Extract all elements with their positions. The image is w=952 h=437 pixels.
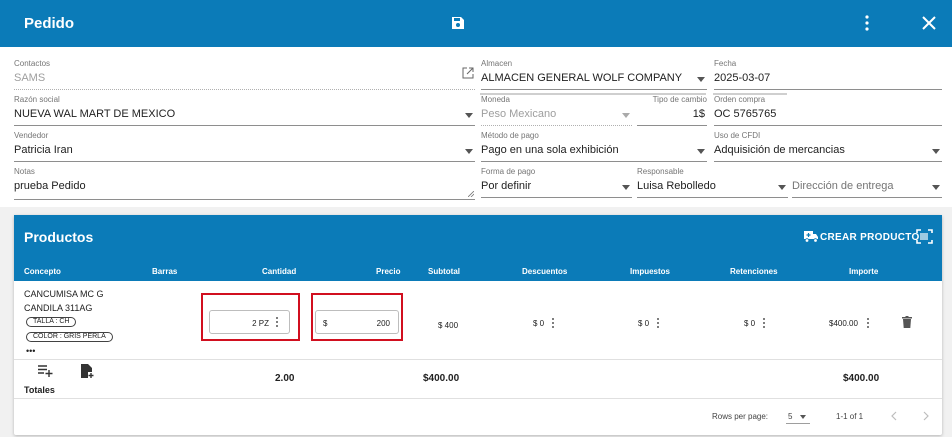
dropdown-arrow-icon xyxy=(697,77,705,82)
delete-icon[interactable] xyxy=(902,316,912,328)
product-name-line2: CANDILA 311AG xyxy=(24,303,93,313)
more-vert-icon[interactable] xyxy=(862,14,872,32)
attribute-chip-talla: TALLA : CH xyxy=(26,317,77,327)
razon-social-select[interactable]: Razón social NUEVA WAL MART DE MEXICO xyxy=(14,92,475,126)
dropdown-arrow-icon xyxy=(932,185,940,190)
col-barras: Barras xyxy=(152,267,178,276)
col-impuestos: Impuestos xyxy=(630,267,671,276)
dropdown-arrow-icon xyxy=(778,185,786,190)
dropdown-arrow-icon xyxy=(800,415,806,419)
totals-divider xyxy=(14,398,942,399)
precio-input[interactable]: $ 200 xyxy=(315,310,399,334)
orden-compra-input[interactable]: Orden compra OC 5765765 xyxy=(714,92,942,126)
total-subtotal: $400.00 xyxy=(423,373,460,384)
dropdown-arrow-icon xyxy=(465,113,473,118)
tipo-cambio-input[interactable]: Tipo de cambio 1$ xyxy=(637,92,707,126)
uso-cfdi-select[interactable]: Uso de CFDI Adquisición de mercancias xyxy=(714,128,942,162)
page-title: Pedido xyxy=(24,15,75,32)
totals-label: Totales xyxy=(24,385,55,395)
close-icon[interactable] xyxy=(920,14,938,32)
moneda-select[interactable]: Moneda Peso Mexicano xyxy=(481,92,632,126)
chevron-right-icon[interactable] xyxy=(923,411,929,421)
importe-value: $400.00 xyxy=(829,319,858,328)
responsable-select[interactable]: Responsable Luisa Rebolledo xyxy=(637,164,788,198)
resize-handle-icon[interactable] xyxy=(468,191,474,197)
products-title: Productos xyxy=(24,229,94,245)
col-concepto: Concepto xyxy=(24,267,61,276)
fecha-input[interactable]: Fecha 2025-03-07 xyxy=(714,56,942,90)
add-document-icon[interactable] xyxy=(81,364,94,378)
add-row-icon[interactable] xyxy=(38,365,53,377)
more-attributes-button[interactable]: ••• xyxy=(26,347,35,356)
almacen-select[interactable]: Almacen ALMACEN GENERAL WOLF COMPANY xyxy=(481,56,707,90)
col-retenciones: Retenciones xyxy=(730,267,778,276)
dropdown-arrow-icon xyxy=(932,149,940,154)
contactos-field[interactable]: Contactos SAMS xyxy=(14,56,475,90)
products-header: Productos CREAR PRODUCTO Concepto Barras… xyxy=(14,215,942,281)
open-external-icon[interactable] xyxy=(462,67,474,79)
col-subtotal: Subtotal xyxy=(428,267,460,276)
col-precio: Precio xyxy=(376,267,401,276)
attribute-chip-color: COLOR : GRIS PERLA xyxy=(26,332,113,342)
row-divider xyxy=(14,359,942,360)
retenciones-menu-icon[interactable] xyxy=(763,318,766,329)
impuestos-value: $ 0 xyxy=(638,319,650,328)
descuentos-value: $ 0 xyxy=(533,319,545,328)
forma-pago-select[interactable]: Forma de pago Por definir xyxy=(481,164,632,198)
rows-per-page-label: Rows per page: xyxy=(712,412,769,421)
dropdown-arrow-icon xyxy=(465,149,473,154)
importe-menu-icon[interactable] xyxy=(867,318,870,329)
col-importe: Importe xyxy=(849,267,879,276)
barcode-scan-icon[interactable] xyxy=(916,229,933,244)
retenciones-value: $ 0 xyxy=(744,319,756,328)
chevron-left-icon[interactable] xyxy=(891,411,897,421)
dropdown-arrow-icon xyxy=(697,149,705,154)
app-bar: Pedido xyxy=(0,0,952,47)
direccion-entrega-select[interactable]: Dirección de entrega xyxy=(792,164,942,198)
col-cantidad: Cantidad xyxy=(262,267,297,276)
col-descuentos: Descuentos xyxy=(522,267,568,276)
product-name-line1: CANCUMISA MC G xyxy=(24,289,104,299)
total-importe: $400.00 xyxy=(843,373,880,384)
subtotal-value: $ 400 xyxy=(438,321,459,330)
pagination-range: 1-1 of 1 xyxy=(836,412,864,421)
impuestos-menu-icon[interactable] xyxy=(657,318,660,329)
cantidad-menu-icon[interactable] xyxy=(276,317,279,328)
notas-textarea[interactable]: Notas prueba Pedido xyxy=(14,164,475,200)
truck-add-icon xyxy=(804,231,818,243)
rows-per-page-select[interactable]: 5 xyxy=(786,407,810,424)
products-card: Productos CREAR PRODUCTO Concepto Barras… xyxy=(14,215,942,435)
save-icon[interactable] xyxy=(451,16,465,30)
cantidad-input[interactable]: 2 PZ xyxy=(209,310,290,334)
dropdown-arrow-icon xyxy=(622,185,630,190)
vendedor-select[interactable]: Vendedor Patricia Iran xyxy=(14,128,475,162)
dropdown-arrow-icon xyxy=(622,113,630,118)
metodo-pago-select[interactable]: Método de pago Pago en una sola exhibici… xyxy=(481,128,707,162)
descuentos-menu-icon[interactable] xyxy=(552,318,555,329)
order-form: Contactos SAMS Razón social NUEVA WAL MA… xyxy=(0,47,952,207)
total-cantidad: 2.00 xyxy=(275,373,295,384)
